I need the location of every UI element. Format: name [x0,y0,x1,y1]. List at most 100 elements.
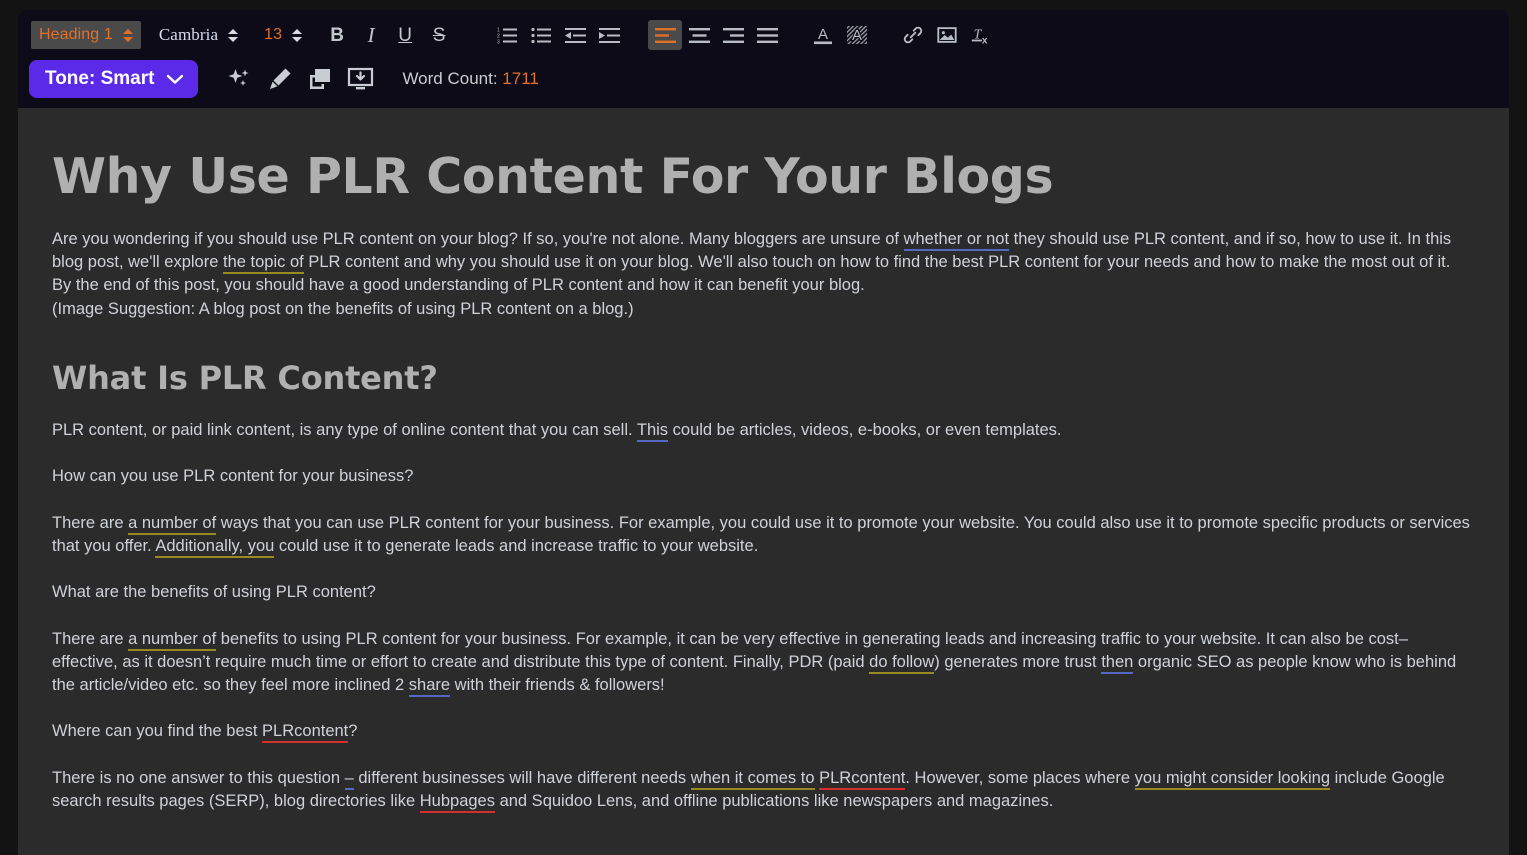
underline-button[interactable]: U [388,20,422,50]
pen-icon [270,68,291,89]
suggestion-the-topic-of[interactable]: the topic of [223,253,304,275]
bold-button[interactable]: B [320,20,354,50]
text-run: ) generates more trust [934,652,1102,671]
svg-text:A: A [852,27,862,44]
suggestion-when-it-comes-to[interactable]: when it comes to [690,768,815,790]
indent-icon [598,27,620,43]
strikethrough-button[interactable]: S [422,20,456,50]
suggestion-do-follow[interactable]: do follow [869,652,935,674]
font-family-value: Cambria [158,25,219,44]
save-to-device-button[interactable] [340,62,380,96]
align-right-button[interactable] [716,20,750,50]
paragraph-question-how-use: How can you use PLR content for your bus… [52,467,414,486]
outdent-icon [564,27,586,43]
paragraph-style-value: Heading 1 [39,26,113,43]
suggestion-whether-or-not[interactable]: whether or not [903,229,1010,251]
strikethrough-icon: S [432,24,446,46]
tone-select-button[interactable]: Tone: Smart [29,60,199,98]
suggestion-then[interactable]: then [1101,652,1134,674]
stepper-icon[interactable] [122,28,133,42]
text-run: PLR content, or paid link content, is an… [52,421,637,440]
copy-icon [310,69,331,89]
svg-text:3: 3 [497,39,500,45]
text-run: There are [52,513,129,532]
outdent-button[interactable] [558,20,592,50]
suggestion-dash[interactable]: – [344,768,354,790]
text-run: ? [348,722,358,741]
text-run: Where can you find the best [52,722,263,741]
suggestion-share[interactable]: share [408,676,451,698]
text-run: . However, some places where [905,768,1135,787]
save-to-device-icon [347,67,374,90]
image-button[interactable] [930,20,964,50]
bullet-list-button[interactable] [524,20,558,50]
text-run: There are [52,629,129,648]
ordered-list-button[interactable]: 1 2 3 [490,20,524,50]
word-count-value: 1711 [502,69,539,88]
paragraph-image-suggestion: (Image Suggestion: A blog post on the be… [52,299,634,318]
link-button[interactable] [896,20,930,50]
chevron-down-icon [167,74,184,84]
text-run: could be articles, videos, e-books, or e… [668,421,1062,440]
align-justify-button[interactable] [750,20,784,50]
stepper-icon[interactable] [228,28,239,42]
suggestion-a-number-of-2[interactable]: a number of [128,629,217,651]
paragraph-question-benefits: What are the benefits of using PLR conte… [52,583,376,602]
tone-label: Tone: Smart [45,68,155,89]
font-family-select[interactable]: Cambria [151,21,246,49]
font-size-value: 13 [264,26,283,43]
align-left-button[interactable] [648,20,683,50]
text-run: could use it to generate leads and incre… [274,536,759,555]
align-center-icon [688,27,710,43]
italic-button[interactable]: I [354,20,388,50]
bold-icon: B [330,24,344,46]
editor-toolbar: Heading 1 Cambria 13 B I U S 1 2 3 A A A… [18,10,1509,108]
paragraph-plr-definition: PLR content, or paid link content, is an… [52,419,1473,443]
align-right-icon [722,27,744,43]
spelling-error-hubpages[interactable]: Hubpages [419,792,495,814]
suggestion-this[interactable]: This [636,421,669,443]
text-color-icon: A [814,26,833,45]
font-size-select[interactable]: 13 [256,21,310,49]
text-color-button[interactable]: A [806,20,840,50]
italic-icon: I [367,22,375,47]
text-run: with their friends & followers! [450,676,665,695]
suggestion-additionally-you[interactable]: Additionally, you [155,536,275,558]
clear-formatting-button[interactable]: T x [964,20,998,50]
word-count-label: Word Count: [402,69,503,88]
link-icon [903,26,923,44]
indent-button[interactable] [592,20,626,50]
stepper-icon[interactable] [292,28,303,42]
spelling-error-plrcontent-2[interactable]: PLRcontent [819,768,906,790]
suggestion-you-might-consider-looking[interactable]: you might consider looking [1134,768,1330,790]
suggestion-a-number-of-1[interactable]: a number of [128,513,217,535]
paragraph-ways-to-use: There are a number of ways that you can … [52,512,1473,559]
align-justify-icon [756,27,778,43]
text-run: and Squidoo Lens, and offline publicatio… [494,792,1054,811]
align-center-button[interactable] [682,20,716,50]
copy-button[interactable] [300,62,340,96]
bullet-list-icon [531,27,551,43]
paragraph-where-to-find: There is no one answer to this question … [52,767,1473,814]
spelling-error-plrcontent-1[interactable]: PLRcontent [262,722,349,744]
clear-formatting-icon: T x [971,27,988,46]
underline-icon: U [398,24,412,46]
svg-text:A: A [818,26,828,43]
ai-rewrite-pen-button[interactable] [260,62,300,96]
paragraph-question-where-find: Where can you find the best PLRcontent? [52,720,1473,744]
ordered-list-icon: 1 2 3 [497,27,517,45]
ai-sparkle-button[interactable] [220,62,260,96]
text-run: There is no one answer to this question [52,768,345,787]
paragraph-style-select[interactable]: Heading 1 [31,21,141,49]
image-icon [937,27,957,43]
toolbar-row-formatting: Heading 1 Cambria 13 B I U S 1 2 3 A A A… [18,18,1509,52]
paragraph-intro: Are you wondering if you should use PLR … [52,228,1473,298]
svg-text:x: x [982,35,988,46]
text-run: Are you wondering if you should use PLR … [52,229,904,248]
document-editor[interactable]: Why Use PLR Content For Your Blogs Are y… [18,108,1509,855]
editor-window: Heading 1 Cambria 13 B I U S 1 2 3 A A A… [18,10,1509,855]
sparkle-icon [228,69,249,86]
highlight-color-button[interactable]: A A [840,20,874,50]
paragraph-benefits: There are a number of benefits to using … [52,628,1473,698]
align-left-icon [654,27,676,43]
